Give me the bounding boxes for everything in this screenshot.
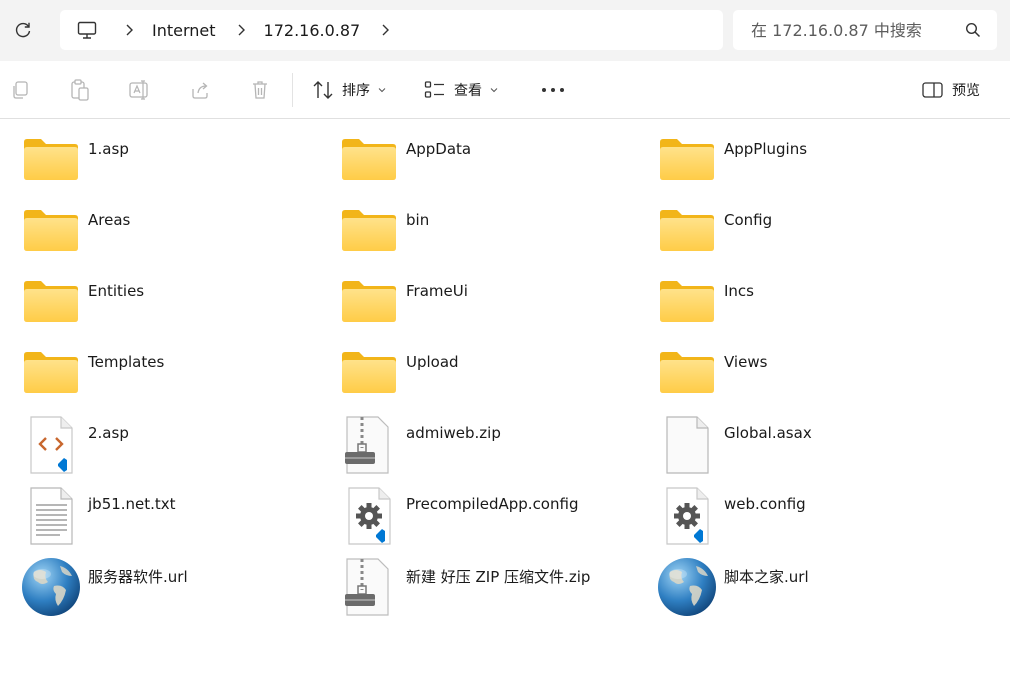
zip-file-icon: [338, 556, 400, 618]
item-name: Global.asax: [724, 424, 812, 442]
config-file-icon: [338, 485, 400, 547]
search-input[interactable]: [751, 20, 961, 40]
delete-icon[interactable]: [249, 79, 271, 101]
item-name: Entities: [88, 282, 145, 300]
item-name: bin: [406, 211, 430, 229]
file-item[interactable]: 新建 好压 ZIP 压缩文件.zip: [318, 546, 636, 617]
file-item[interactable]: 脚本之家.url: [636, 546, 954, 617]
globe-icon: [656, 556, 718, 618]
view-button[interactable]: 查看: [424, 73, 498, 107]
folder-item[interactable]: Templates: [0, 333, 318, 404]
config-file-icon: [656, 485, 718, 547]
preview-pane-icon: [922, 82, 943, 98]
item-name: web.config: [724, 495, 806, 513]
file-item[interactable]: 2.asp: [0, 404, 318, 475]
address-bar-row: Internet 172.16.0.87: [0, 0, 1010, 61]
item-name: AppData: [406, 140, 472, 158]
folder-icon: [338, 130, 400, 192]
folder-icon: [338, 272, 400, 334]
zip-file-icon: [338, 414, 400, 476]
refresh-icon: [15, 22, 31, 38]
code-file-icon: [20, 414, 82, 476]
file-item[interactable]: 服务器软件.url: [0, 546, 318, 617]
item-name: Incs: [724, 282, 754, 300]
folder-icon: [338, 201, 400, 263]
item-name: AppPlugins: [724, 140, 808, 158]
search-box[interactable]: [733, 10, 997, 50]
item-name: Areas: [88, 211, 131, 229]
item-name: 1.asp: [88, 140, 129, 158]
folder-item[interactable]: 1.asp: [0, 120, 318, 191]
text-file-icon: [20, 485, 82, 547]
folder-icon: [20, 201, 82, 263]
folder-item[interactable]: Views: [636, 333, 954, 404]
item-name: 脚本之家.url: [724, 568, 809, 586]
chevron-right-icon[interactable]: [122, 23, 136, 37]
chevron-down-icon: [490, 88, 498, 93]
item-name: admiweb.zip: [406, 424, 501, 442]
file-item[interactable]: admiweb.zip: [318, 404, 636, 475]
breadcrumb-internet[interactable]: Internet: [152, 21, 216, 40]
sort-icon: [313, 81, 333, 99]
item-name: 新建 好压 ZIP 压缩文件.zip: [406, 568, 591, 586]
item-name: FrameUi: [406, 282, 468, 300]
folder-item[interactable]: FrameUi: [318, 262, 636, 333]
folder-icon: [20, 130, 82, 192]
item-name: 2.asp: [88, 424, 129, 442]
folder-item[interactable]: Incs: [636, 262, 954, 333]
file-list: 1.asp AppData AppPlugins Areas bin Confi…: [0, 120, 1010, 696]
item-name: Upload: [406, 353, 459, 371]
folder-item[interactable]: Upload: [318, 333, 636, 404]
folder-item[interactable]: Areas: [0, 191, 318, 262]
toolbar-separator: [292, 73, 293, 107]
refresh-button[interactable]: [8, 14, 38, 46]
folder-item[interactable]: Config: [636, 191, 954, 262]
item-name: jb51.net.txt: [88, 495, 176, 513]
search-icon[interactable]: [965, 22, 981, 38]
file-item[interactable]: PrecompiledApp.config: [318, 475, 636, 546]
file-item[interactable]: web.config: [636, 475, 954, 546]
globe-icon: [20, 556, 82, 618]
file-item[interactable]: jb51.net.txt: [0, 475, 318, 546]
command-bar: 排序 查看 预览: [0, 61, 1010, 119]
folder-icon: [656, 130, 718, 192]
item-name: Views: [724, 353, 768, 371]
folder-icon: [656, 201, 718, 263]
folder-item[interactable]: AppPlugins: [636, 120, 954, 191]
view-label: 查看: [454, 83, 482, 99]
folder-icon: [656, 272, 718, 334]
preview-label: 预览: [952, 83, 980, 99]
more-icon: [542, 88, 564, 92]
share-icon[interactable]: [189, 79, 211, 101]
folder-item[interactable]: bin: [318, 191, 636, 262]
chevron-right-icon[interactable]: [378, 23, 392, 37]
folder-icon: [338, 343, 400, 405]
preview-pane-button[interactable]: 预览: [922, 73, 980, 107]
more-options-button[interactable]: [540, 81, 566, 99]
chevron-down-icon: [378, 88, 386, 93]
folder-item[interactable]: Entities: [0, 262, 318, 333]
address-box[interactable]: Internet 172.16.0.87: [60, 10, 723, 50]
rename-icon[interactable]: [129, 79, 151, 101]
breadcrumb-host[interactable]: 172.16.0.87: [264, 21, 361, 40]
folder-icon: [20, 343, 82, 405]
sort-button[interactable]: 排序: [312, 73, 386, 107]
folder-icon: [20, 272, 82, 334]
chevron-right-icon[interactable]: [234, 23, 248, 37]
item-name: Templates: [88, 353, 165, 371]
item-name: 服务器软件.url: [88, 568, 188, 586]
blank-file-icon: [656, 414, 718, 476]
this-pc-icon[interactable]: [76, 19, 98, 41]
folder-item[interactable]: AppData: [318, 120, 636, 191]
file-item[interactable]: Global.asax: [636, 404, 954, 475]
view-icon: [424, 81, 444, 98]
copy-icon[interactable]: [9, 79, 31, 101]
sort-label: 排序: [342, 83, 370, 99]
item-name: Config: [724, 211, 773, 229]
paste-icon[interactable]: [69, 79, 91, 101]
item-name: PrecompiledApp.config: [406, 495, 579, 513]
folder-icon: [656, 343, 718, 405]
